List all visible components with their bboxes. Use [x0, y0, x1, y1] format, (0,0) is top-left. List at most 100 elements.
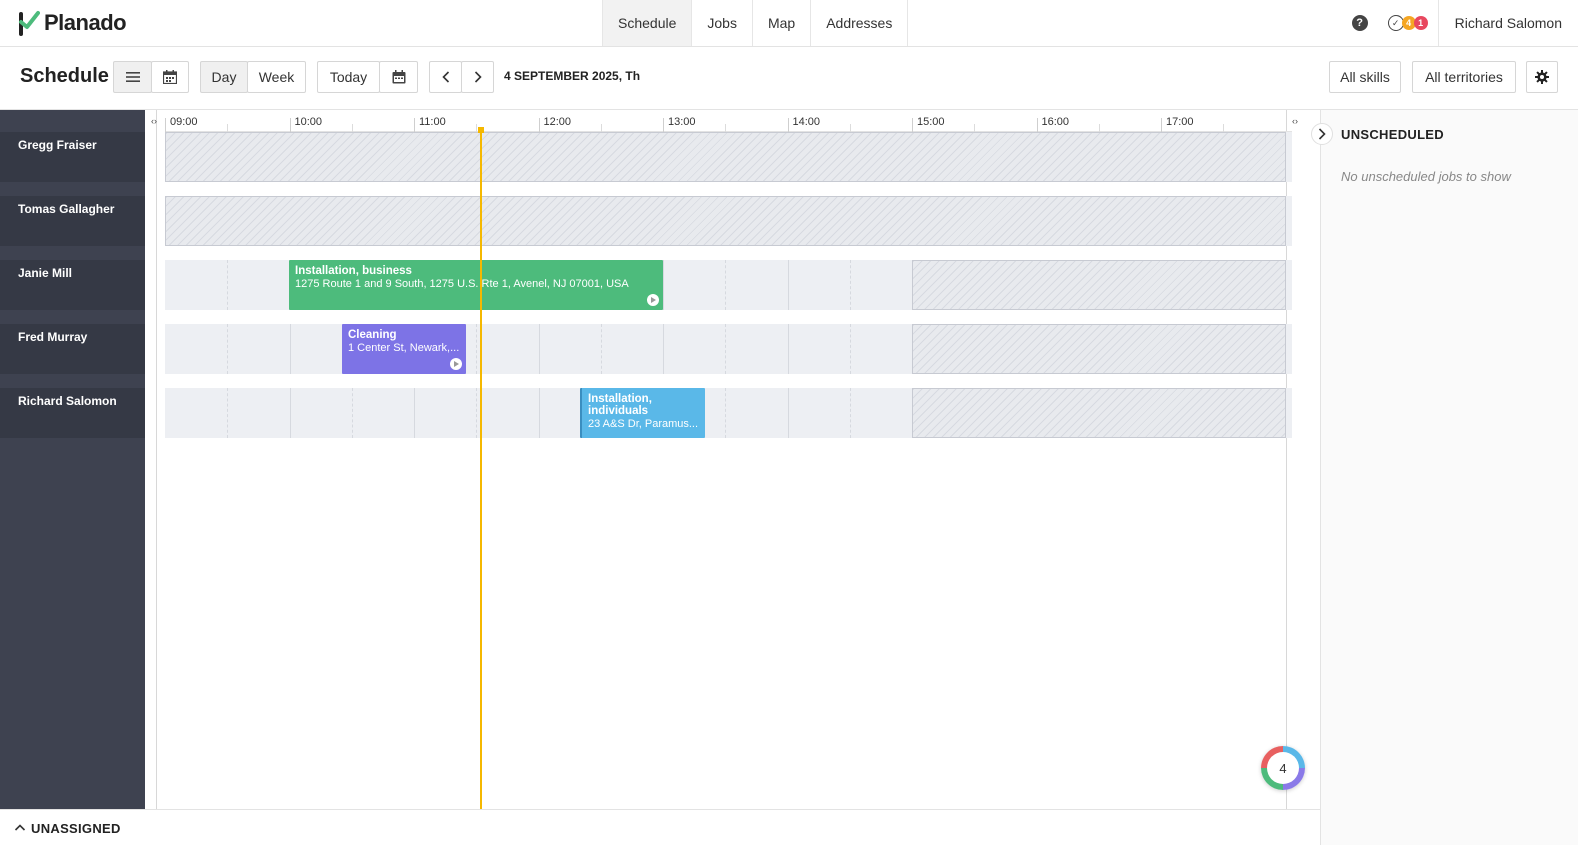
resource-row[interactable]: Tomas Gallagher [0, 196, 145, 246]
settings-button[interactable] [1526, 61, 1558, 93]
top-navigation-bar: Planado Schedule Jobs Map Addresses ? ✓ … [0, 0, 1578, 47]
timeline-left-edge [145, 110, 157, 809]
time-header: 09:00 10:00 11:00 12:00 13:00 14:00 15:00 16:00… [165, 110, 1292, 132]
resource-name: Fred Murray [18, 330, 88, 344]
resource-lane[interactable] [165, 196, 1292, 246]
play-icon [450, 358, 462, 370]
grid-line [600, 324, 602, 374]
grid-line [476, 388, 478, 438]
week-view-button[interactable]: Week [247, 61, 306, 93]
unavailable-block [912, 260, 1286, 310]
job-card[interactable]: Installation, individuals 23 A&S Dr, Par… [580, 388, 705, 438]
job-title: Cleaning [348, 329, 397, 341]
calendar-view-button[interactable] [151, 61, 189, 93]
resource-name: Tomas Gallagher [18, 202, 115, 216]
current-time-line [480, 128, 482, 809]
hour-label: 09:00 [170, 116, 198, 128]
gear-icon [1535, 70, 1549, 84]
hour-label: 12:00 [543, 116, 572, 128]
nav-jobs[interactable]: Jobs [691, 0, 752, 46]
next-day-button[interactable] [461, 61, 494, 93]
grid-line [663, 324, 664, 374]
grid-line [849, 324, 851, 374]
hour-label: 16:00 [1041, 116, 1070, 128]
job-address: 23 A&S Dr, Paramus... [588, 418, 699, 430]
user-menu[interactable]: Richard Salomon [1439, 15, 1578, 31]
unassigned-title: UNASSIGNED [31, 821, 121, 836]
day-view-button[interactable]: Day [200, 61, 248, 93]
grid-line [227, 260, 229, 310]
date-picker-button[interactable] [379, 61, 418, 93]
resource-name: Janie Mill [18, 266, 73, 280]
half-hour-tick [600, 124, 602, 132]
job-status-widget[interactable]: 4 [1261, 746, 1305, 790]
grid-line [227, 388, 229, 438]
hour-tick [1036, 118, 1038, 132]
hour-tick [663, 118, 664, 132]
grid-line [538, 324, 540, 374]
hour-label: 11:00 [419, 116, 446, 128]
grid-line [227, 324, 229, 374]
resource-name: Richard Salomon [18, 394, 117, 408]
main-nav: Schedule Jobs Map Addresses [602, 0, 909, 46]
hour-label: 13:00 [668, 116, 696, 128]
unavailable-block [912, 388, 1286, 438]
unavailable-block [165, 132, 1286, 182]
notification-badge-red: 1 [1413, 16, 1428, 30]
today-button[interactable]: Today [317, 61, 380, 93]
territories-filter[interactable]: All territories [1412, 61, 1516, 93]
hour-tick [414, 118, 415, 132]
hour-label: 10:00 [294, 116, 323, 128]
planado-logo-icon [19, 11, 40, 36]
resource-row[interactable]: Richard Salomon [0, 388, 145, 438]
previous-day-button[interactable] [429, 61, 462, 93]
resource-lane[interactable] [165, 132, 1292, 182]
resource-lane[interactable]: Installation, business 1275 Route 1 and … [165, 260, 1292, 310]
help-icon[interactable]: ? [1351, 15, 1368, 31]
unscheduled-panel: UNSCHEDULED No unscheduled jobs to show [1311, 110, 1578, 845]
half-hour-tick [974, 124, 976, 132]
job-card[interactable]: Cleaning 1 Center St, Newark,... [342, 324, 466, 374]
chevron-up-icon [14, 824, 26, 831]
job-card[interactable]: Installation, business 1275 Route 1 and … [289, 260, 663, 310]
unassigned-bar[interactable]: UNASSIGNED [0, 809, 1320, 845]
resource-name: Gregg Fraiser [18, 138, 97, 152]
nav-schedule[interactable]: Schedule [602, 0, 692, 46]
nav-map[interactable]: Map [751, 0, 810, 46]
list-view-button[interactable] [113, 61, 152, 93]
grid-line [725, 260, 727, 310]
unscheduled-empty-message: No unscheduled jobs to show [1341, 169, 1511, 184]
job-address: 1 Center St, Newark,... [348, 342, 460, 354]
resource-row[interactable]: Gregg Fraiser [0, 132, 145, 182]
expand-left-icon[interactable]: ‹› [148, 115, 160, 127]
hour-tick [912, 118, 913, 132]
chevron-left-icon [441, 71, 449, 83]
skills-filter[interactable]: All skills [1329, 61, 1401, 93]
notifications[interactable]: ✓ 4 1 [1387, 0, 1439, 46]
half-hour-tick [849, 124, 851, 132]
grid-line [849, 388, 851, 438]
job-title: Installation, business [295, 265, 412, 277]
job-title: Installation, individuals [588, 393, 652, 417]
resource-lane[interactable]: Cleaning 1 Center St, Newark,... [165, 324, 1292, 374]
unavailable-block [165, 196, 1286, 246]
hour-label: 17:00 [1166, 116, 1194, 128]
resource-list: Gregg Fraiser Tomas Gallagher Janie Mill… [0, 110, 145, 809]
half-hour-tick [227, 124, 229, 132]
grid-line [414, 388, 415, 438]
resource-row[interactable]: Janie Mill [0, 260, 145, 310]
grid-line [663, 260, 664, 310]
grid-line [289, 324, 291, 374]
planado-logo[interactable]: Planado [18, 9, 127, 37]
hour-tick [787, 118, 789, 132]
grid-line [787, 260, 789, 310]
grid-line [787, 324, 789, 374]
grid-line [787, 388, 789, 438]
page-title: Schedule [20, 65, 109, 87]
grid-line [289, 388, 291, 438]
resource-lane[interactable]: Installation, individuals 23 A&S Dr, Par… [165, 388, 1292, 438]
resource-row[interactable]: Fred Murray [0, 324, 145, 374]
collapse-panel-button[interactable] [1311, 123, 1333, 145]
nav-addresses[interactable]: Addresses [810, 0, 909, 46]
hour-label: 15:00 [917, 116, 945, 128]
